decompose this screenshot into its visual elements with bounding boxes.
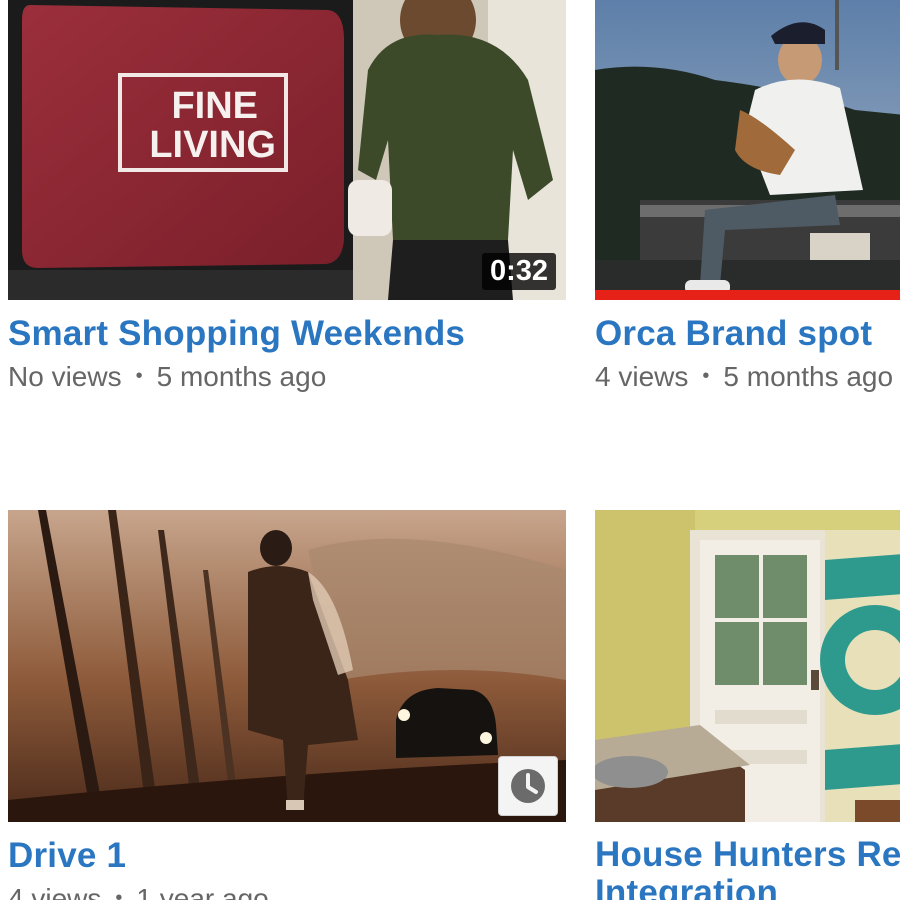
video-card: Drive 1 4 views • 1 year ago (8, 510, 566, 900)
video-title[interactable]: Orca Brand spot (595, 314, 900, 354)
thumbnail-logo-line2: LIVING (149, 124, 276, 166)
video-thumbnail[interactable] (8, 510, 566, 822)
thumbnail-image (595, 510, 900, 822)
video-thumbnail[interactable] (595, 0, 900, 300)
watched-progress-bar (595, 290, 900, 300)
view-count: No views (8, 361, 122, 392)
view-count: 4 views (8, 883, 102, 900)
meta-separator: • (702, 364, 710, 387)
video-meta: 4 views • 5 months ago (595, 360, 900, 396)
video-card: Orca Brand spot 4 views • 5 months ago (595, 0, 900, 396)
thumbnail-logo-line1: FINE (171, 85, 258, 127)
clock-icon (511, 769, 545, 803)
video-title-line2: Integration (595, 873, 779, 900)
video-meta: No views • 5 months ago (8, 360, 566, 396)
video-grid: FINE LIVING 0:32 Smart Shopping Weekends… (0, 0, 900, 900)
upload-age: 5 months ago (723, 361, 894, 392)
video-meta: 4 views • 1 year ago (8, 882, 566, 900)
thumbnail-image (595, 0, 900, 300)
video-title[interactable]: Smart Shopping Weekends (8, 314, 566, 354)
upload-age: 5 months ago (156, 361, 327, 392)
view-count: 4 views (595, 361, 689, 392)
thumbnail-image (8, 510, 566, 822)
video-thumbnail[interactable]: FINE LIVING 0:32 (8, 0, 566, 300)
watch-later-button[interactable] (498, 756, 558, 816)
video-title[interactable]: House Hunters Rev Integration (595, 836, 900, 900)
upload-age: 1 year ago (136, 883, 269, 900)
meta-separator: • (135, 364, 143, 387)
video-title-line1: House Hunters Rev (595, 835, 900, 874)
video-duration: 0:32 (481, 253, 556, 290)
meta-separator: • (115, 886, 123, 900)
video-card: House Hunters Rev Integration (595, 510, 900, 900)
video-title[interactable]: Drive 1 (8, 836, 566, 876)
video-card: FINE LIVING 0:32 Smart Shopping Weekends… (8, 0, 566, 396)
video-thumbnail[interactable] (595, 510, 900, 822)
